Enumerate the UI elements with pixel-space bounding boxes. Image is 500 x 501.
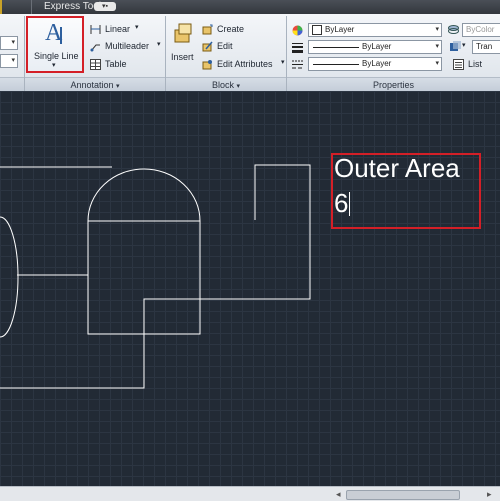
list-icon [453,59,464,70]
ribbon-tab-strip: Express Tools ▾▪ [0,0,500,15]
linetype-icon[interactable] [292,59,303,70]
insert-label: Insert [171,52,194,62]
insert-block-icon [174,23,192,43]
transparency-value: Tran [476,42,493,51]
scroll-right-arrow[interactable]: ▸ [487,489,492,500]
annotation-panel-title-label: Annotation [70,80,114,90]
transparency-dropdown[interactable]: Tran [472,40,500,54]
create-block-icon [202,24,213,35]
linear-button[interactable]: Linear [105,24,130,34]
line-sample [313,64,359,65]
chevron-down-icon: ▾ [236,83,241,90]
color-dropdown[interactable]: ByLayer ▾ [308,23,442,37]
left-tab-edge [0,0,2,14]
layer-stack-icon[interactable] [448,24,459,35]
linear-dimension-icon [90,25,101,34]
annotation-panel-title[interactable]: Annotation ▾ [25,77,165,92]
chevron-down-icon: ▾ [116,83,120,90]
single-line-text-button[interactable]: A Single Line ▾ [26,16,84,73]
plot-style-dropdown[interactable]: ByColor [462,23,500,37]
transparency-icon[interactable] [450,41,461,52]
insert-block-button[interactable]: Insert [168,16,198,74]
list-button[interactable]: List [468,59,482,69]
drawing-arc [0,216,19,338]
text-cursor [349,192,350,216]
color-swatch [312,24,322,35]
multileader-button[interactable]: Multileader [105,41,149,51]
properties-panel-title[interactable]: Properties [287,77,500,92]
drawing-polyline [0,277,311,389]
color-wheel-icon[interactable] [292,25,303,36]
edit-attributes-dropdown-arrow[interactable]: ▾ [281,58,285,66]
lineweight-icon[interactable] [292,42,303,53]
edit-attributes-icon [202,60,212,70]
left-partial-dropdown-1[interactable]: ▾ [0,36,18,50]
multileader-dropdown-arrow[interactable]: ▾ [157,40,161,48]
text-cursor-icon [60,27,62,44]
chevron-down-icon: ▾ [435,60,439,67]
horizontal-scrollbar[interactable]: ◂ ▸ [0,486,500,501]
drawing-rectangle [254,164,311,277]
edit-attributes-button[interactable]: Edit Attributes [217,59,273,69]
chevron-down-icon: ▾ [52,62,56,69]
edit-button[interactable]: Edit [217,41,233,51]
scroll-left-arrow[interactable]: ◂ [336,489,341,500]
plot-style-value: ByColor [466,25,495,34]
table-icon [90,59,101,70]
linear-dropdown-arrow[interactable]: ▾ [135,23,139,31]
mtext-line-1[interactable]: Outer Area [334,153,460,183]
scrollbar-thumb[interactable] [346,490,460,500]
single-line-label: Single Line [34,51,79,61]
ribbon-minimize-button[interactable]: ▾▪ [94,2,116,11]
transparency-dropdown-arrow[interactable]: ▾ [462,41,466,49]
lineweight-dropdown-value: ByLayer [362,42,392,51]
mtext-line-2[interactable]: 6 [334,188,348,218]
block-panel-title-label: Block [211,80,234,90]
linetype-dropdown-value: ByLayer [362,59,392,68]
block-panel-title[interactable]: Block ▾ [166,77,286,92]
properties-panel-title-label: Properties [372,80,415,90]
tab-separator [31,0,32,14]
edit-block-icon [202,41,213,52]
multileader-icon [90,44,100,52]
drawing-canvas[interactable]: Outer Area 6 [0,91,500,486]
lineweight-dropdown[interactable]: ByLayer ▾ [308,40,442,54]
drawing-geometry [0,164,311,389]
ribbon: ▾ ▾ A Single Line ▾ Linear ▾ Multileader… [0,14,500,92]
color-dropdown-value: ByLayer [325,25,355,34]
create-button[interactable]: Create [217,24,244,34]
table-button[interactable]: Table [105,59,127,69]
linetype-dropdown[interactable]: ByLayer ▾ [308,57,442,71]
left-partial-dropdown-2[interactable]: ▾ [0,54,18,68]
chevron-down-icon: ▾ [435,43,439,50]
left-panel-title-bar [0,77,24,92]
chevron-down-icon: ▾ [435,26,439,33]
line-sample [313,47,359,48]
